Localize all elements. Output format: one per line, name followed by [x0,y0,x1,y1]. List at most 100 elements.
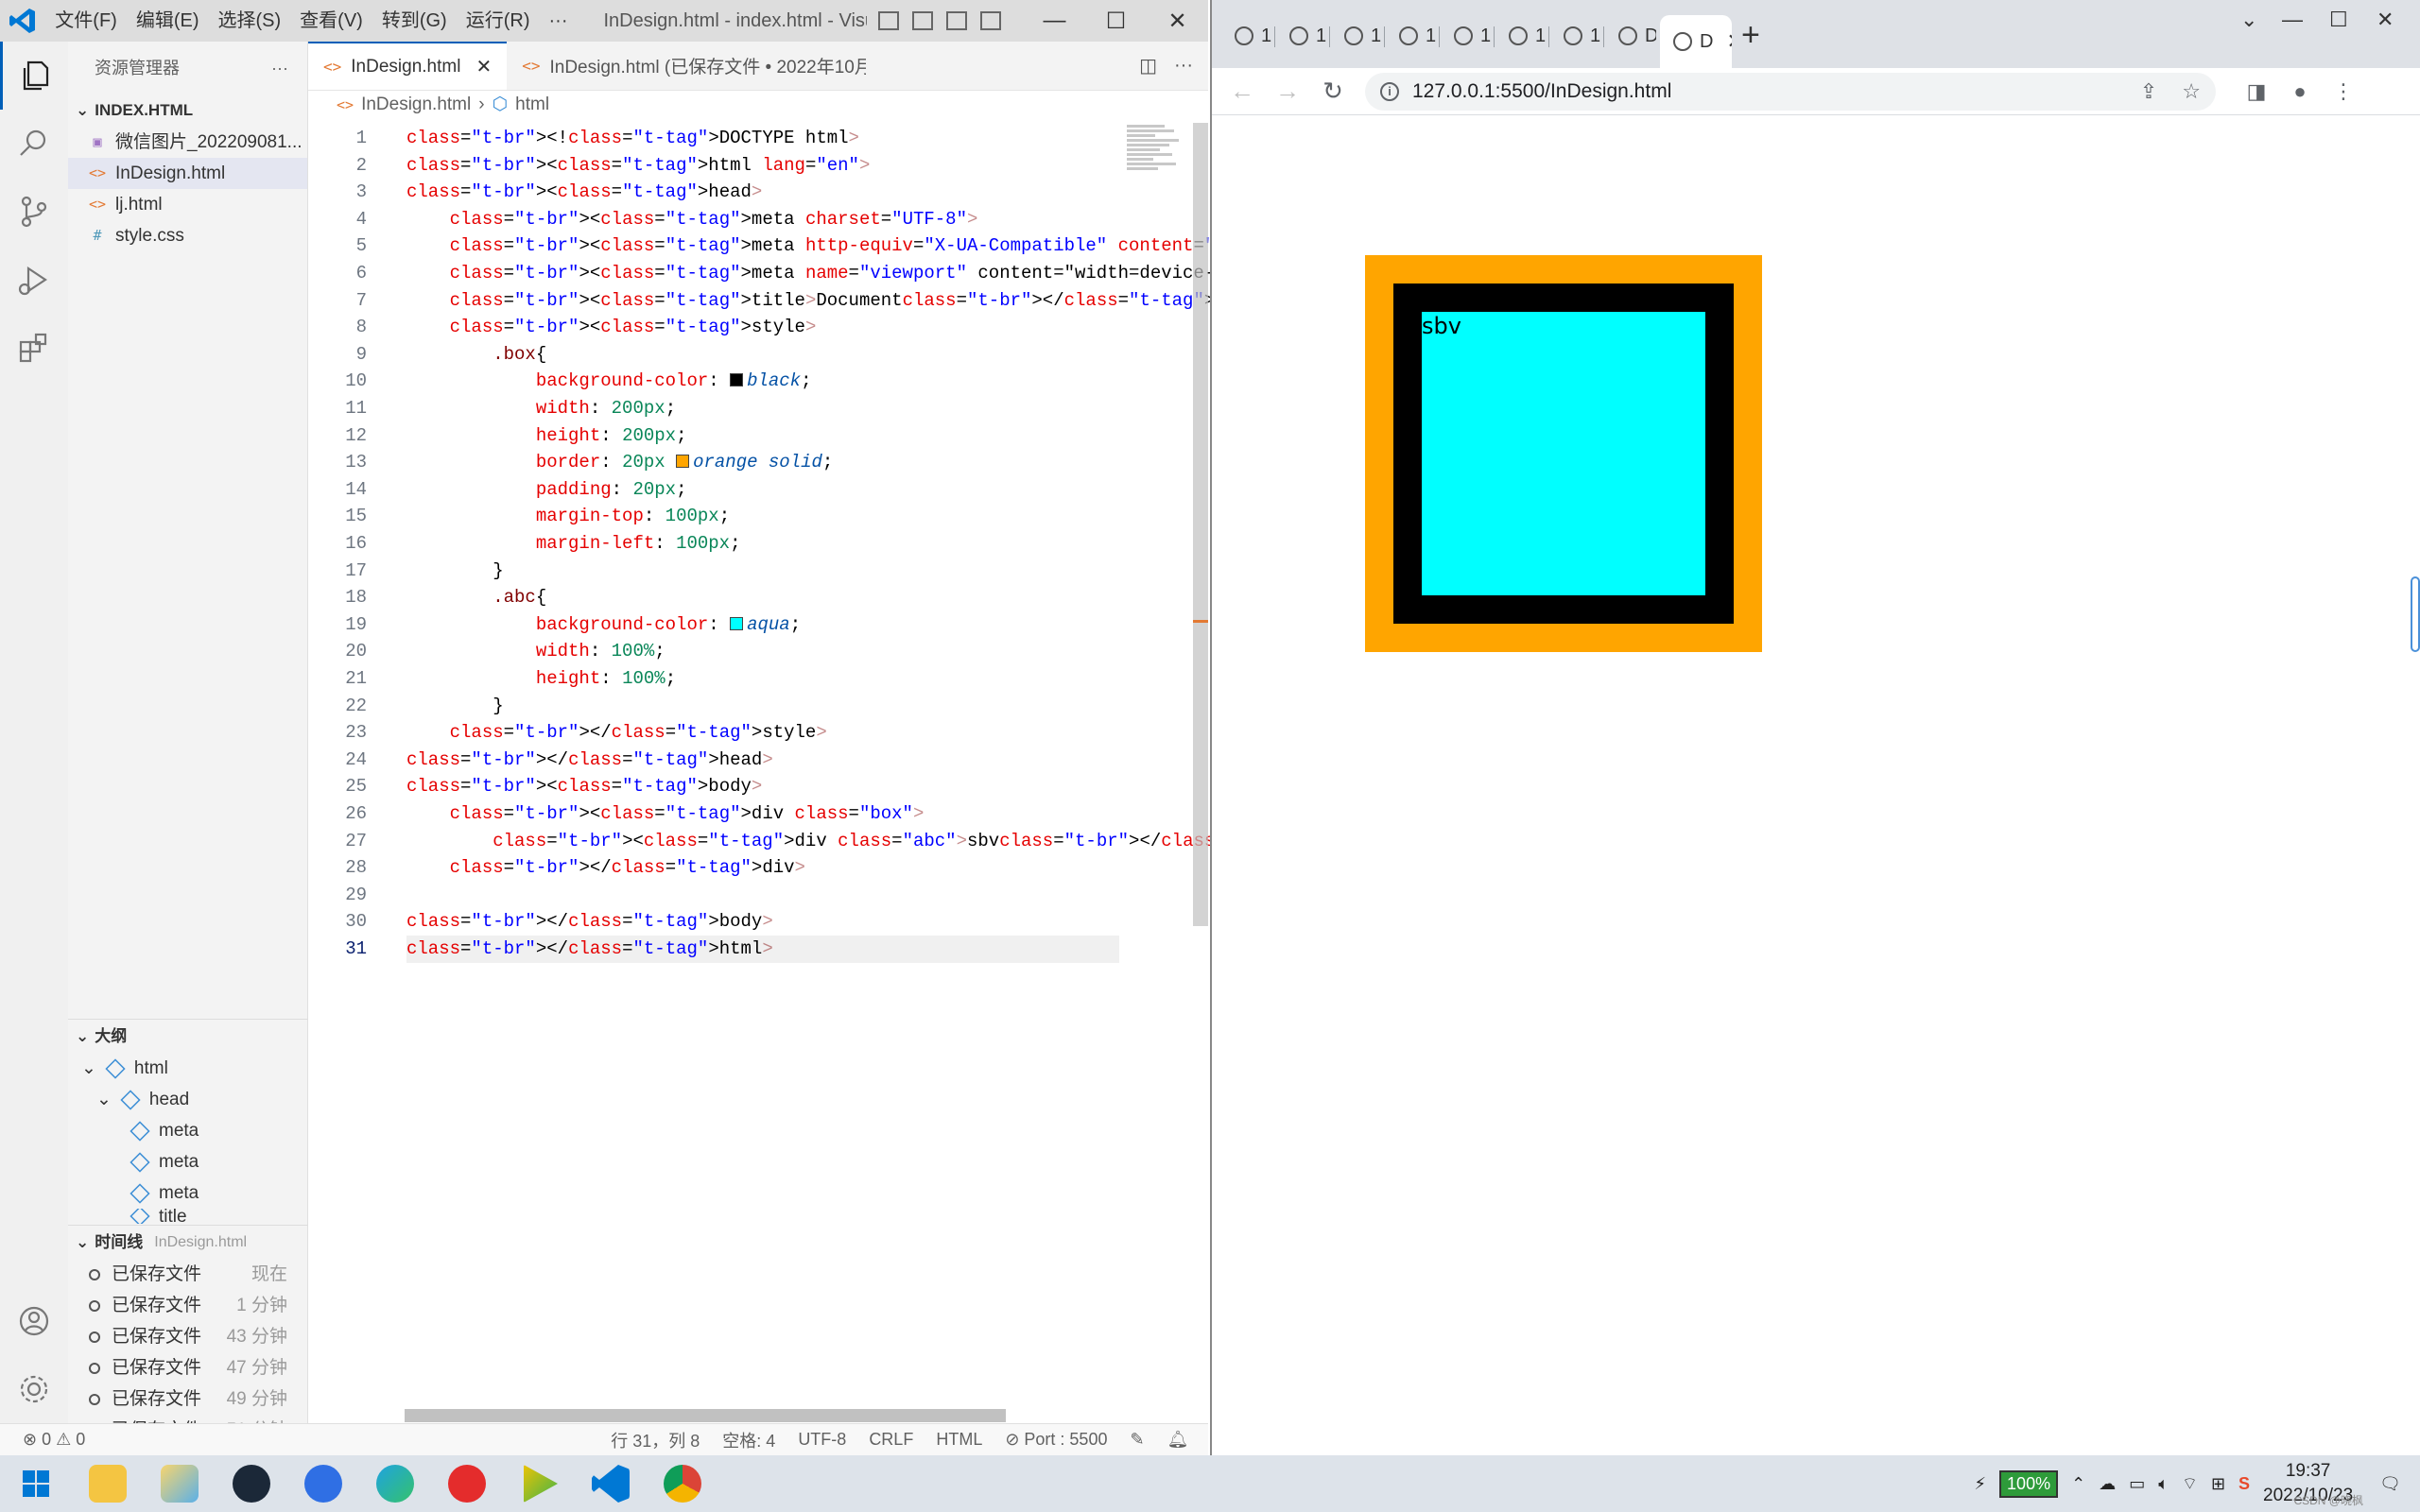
profile-icon[interactable]: ● [2278,79,2322,104]
folder-header[interactable]: ⌄ INDEX.HTML [68,94,307,127]
customize-layout-icon[interactable] [980,11,1002,30]
close-icon[interactable]: ✕ [1726,29,1732,54]
chrome-taskbar-icon[interactable] [647,1455,718,1512]
code-line[interactable]: class="t-br"><class="t-tag">meta http-eq… [406,232,1312,260]
gear-icon[interactable] [0,1355,68,1423]
timeline-header[interactable]: ⌄ 时间线 InDesign.html [68,1227,308,1259]
encoding-status[interactable]: UTF-8 [786,1430,857,1450]
timeline-item[interactable]: 已保存文件 1 分钟 [68,1290,308,1321]
code-line[interactable]: .box{ [406,341,546,369]
plug-icon[interactable]: ⚡ [1974,1474,1986,1494]
code-line[interactable]: } [406,558,503,585]
file-explorer-icon[interactable] [72,1455,144,1512]
site-info-icon[interactable]: i [1380,81,1399,101]
timeline-item[interactable]: 已保存文件 43 分钟 [68,1321,308,1352]
outline-header[interactable]: ⌄ 大纲 [68,1021,308,1053]
forward-icon[interactable]: → [1265,77,1310,106]
code-line[interactable]: .abc{ [406,584,546,611]
file-item[interactable]: <> InDesign.html [68,158,307,189]
reload-icon[interactable]: ↻ [1310,77,1356,106]
tab-indesign[interactable]: <> InDesign.html ✕ [308,42,508,90]
outline-item[interactable]: meta [68,1146,308,1177]
page-scrollbar[interactable] [2411,576,2420,652]
chrome-tab[interactable]: 127. [1495,15,1547,57]
outline-item[interactable]: ⌄ html [68,1053,308,1084]
chrome-tab[interactable]: Doc [1605,15,1656,57]
code-line[interactable]: class="t-br"></class="t-tag">head> [406,747,773,774]
volume-icon[interactable]: 🔈︎ [2158,1474,2169,1494]
notification-icon[interactable]: 🗨︎ [2379,1474,2401,1494]
horizontal-scrollbar[interactable] [405,1409,1006,1422]
outline-item[interactable]: title [68,1209,308,1224]
onedrive-icon[interactable]: ☁ [2099,1474,2116,1494]
steam-icon[interactable] [216,1455,287,1512]
chrome-tab[interactable]: 127. [1331,15,1382,57]
explorer-icon[interactable] [0,42,68,110]
code-line[interactable]: background-color: black; [406,368,812,395]
language-status[interactable]: HTML [925,1430,994,1450]
code-line[interactable]: class="t-br"><class="t-tag">style> [406,314,817,341]
input-method-icon[interactable]: ⊞ [2211,1474,2225,1494]
code-line[interactable]: class="t-br"><class="t-tag">head> [406,179,762,206]
timeline-item[interactable]: 已保存文件 现在 [68,1259,308,1290]
menu-edit[interactable]: 编辑(E) [127,0,209,42]
code-line[interactable]: class="t-br"><class="t-tag">div class="b… [406,800,925,828]
code-line[interactable]: class="t-br"><class="t-tag">body> [406,773,762,800]
code-line[interactable]: height: 200px; [406,422,687,450]
menu-more[interactable]: ··· [540,0,578,42]
toggle-panel-icon[interactable] [912,11,934,30]
netease-music-icon[interactable] [431,1455,503,1512]
menu-selection[interactable]: 选择(S) [209,0,291,42]
extensions-icon[interactable] [0,314,68,382]
media-player-icon[interactable] [503,1455,575,1512]
code-line[interactable]: margin-left: 100px; [406,530,741,558]
code-line[interactable]: width: 100%; [406,638,666,665]
menu-run[interactable]: 运行(R) [457,0,540,42]
chevron-up-icon[interactable]: ⌃ [2071,1474,2085,1494]
code-line[interactable]: background-color: aqua; [406,611,801,639]
close-icon[interactable]: ✕ [2377,8,2394,32]
source-control-icon[interactable] [0,178,68,246]
code-line[interactable]: class="t-br"></class="t-tag">body> [406,908,773,936]
side-panel-icon[interactable]: ◨ [2235,79,2278,104]
paint-icon[interactable] [144,1455,216,1512]
code-line[interactable]: class="t-br"><class="t-tag">meta charset… [406,206,978,233]
search-icon[interactable] [0,110,68,178]
toggle-secondary-sidebar-icon[interactable] [946,11,968,30]
outline-item[interactable]: ⌄ head [68,1084,308,1115]
feedback-icon[interactable]: ✎ [1118,1430,1155,1450]
sogou-icon[interactable]: S [2238,1474,2250,1494]
chrome-tab[interactable]: 127. [1386,15,1437,57]
problems-status[interactable]: ⊗ 0 ⚠ 0 [11,1430,96,1450]
code-line[interactable]: margin-top: 100px; [406,503,730,530]
code-line[interactable]: class="t-br"><class="t-tag">html lang="e… [406,152,870,180]
code-line[interactable]: class="t-br"></class="t-tag">style> [406,719,827,747]
start-icon[interactable] [0,1455,72,1512]
chrome-tab-active[interactable]: D✕ [1660,15,1732,68]
code-line[interactable]: padding: 20px; [406,476,687,504]
close-icon[interactable]: ✕ [1147,8,1208,35]
tab-diff[interactable]: <> InDesign.html (已保存文件 • 2022年10月23日 18… [507,42,866,90]
code-line[interactable]: } [406,693,503,720]
vscode-taskbar-icon[interactable] [575,1455,647,1512]
new-tab-button[interactable]: + [1741,17,1760,54]
code-line[interactable]: height: 100%; [406,665,676,693]
battery-indicator[interactable]: 100% [1999,1469,2059,1498]
maximize-icon[interactable]: ☐ [2329,8,2348,32]
back-icon[interactable]: ← [1219,77,1265,106]
menu-go[interactable]: 转到(G) [372,0,457,42]
chevron-down-icon[interactable]: ⌄ [2240,8,2257,32]
chrome-tab[interactable]: 127. [1550,15,1601,57]
file-item[interactable]: # style.css [68,220,307,251]
code-line[interactable]: class="t-br"></class="t-tag">div> [406,854,805,882]
run-debug-icon[interactable] [0,246,68,314]
explorer-more-button[interactable]: ··· [271,42,288,94]
cursor-position[interactable]: 行 31，列 8 [599,1428,711,1452]
code-line[interactable]: class="t-br"></class="t-tag">html> [406,936,1119,963]
split-editor-icon[interactable]: ◫ [1139,54,1157,77]
toggle-sidebar-icon[interactable] [878,11,900,30]
menu-view[interactable]: 查看(V) [290,0,372,42]
timeline-item[interactable]: 已保存文件 51 分钟 [68,1415,308,1423]
address-bar[interactable]: i 127.0.0.1:5500/InDesign.html ⇪ ☆ [1365,72,2216,111]
vertical-scrollbar[interactable] [1193,123,1208,926]
